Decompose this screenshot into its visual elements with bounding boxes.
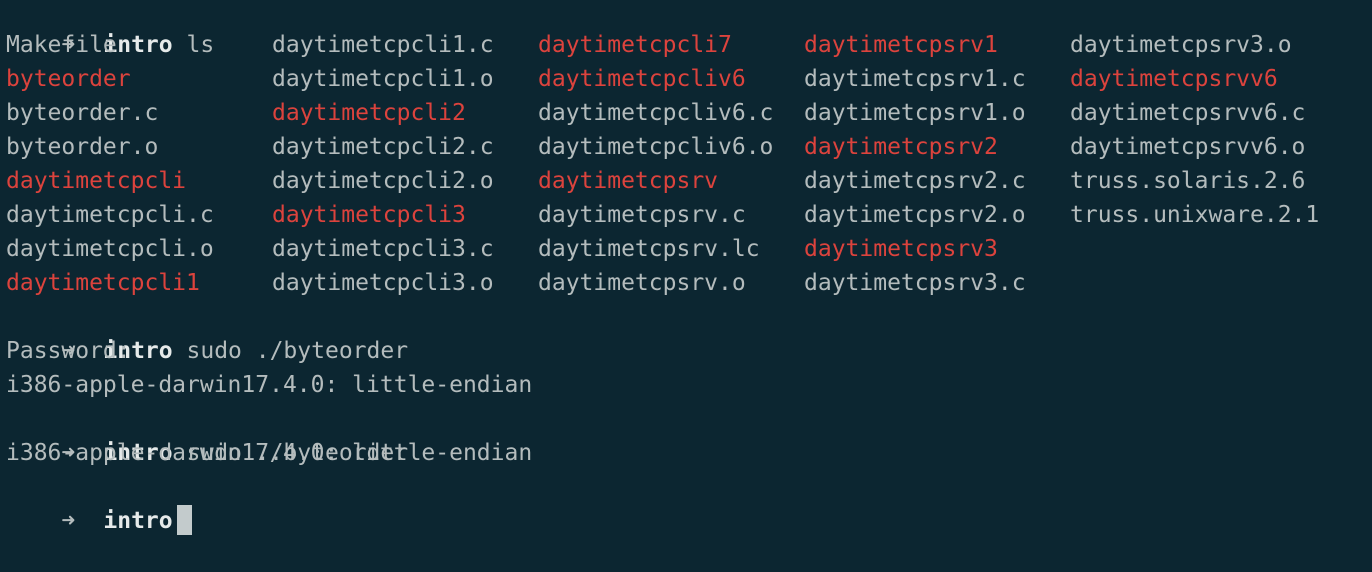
- executable-file-name: daytimetcpsrv: [538, 168, 719, 194]
- file-name: daytimetcpsrv2.c: [804, 168, 1026, 194]
- executable-file-name: daytimetcpcli1: [6, 270, 200, 296]
- prompt-line-ls: ➜ intro ls: [6, 0, 1372, 58]
- file-name: truss.solaris.2.6: [1070, 168, 1306, 194]
- ls-row: daytimetcpcli.o daytimetcpcli3.c daytimetc…: [6, 232, 1372, 266]
- ls-row: daytimetcpcli daytimetcpcli2.o daytimetcps…: [6, 164, 1372, 198]
- prompt-arrow-icon: ➜: [61, 508, 76, 534]
- prompt-line-run2: ➜ intro sudo ./byteorder: [6, 402, 1372, 466]
- file-name: daytimetcpcli3.o: [272, 270, 494, 296]
- terminal-window[interactable]: ➜ intro ls Makefile daytimetcpcli1.c daytim…: [0, 0, 1372, 535]
- ls-row: byteorder.o daytimetcpcli2.c daytimetcpcli…: [6, 130, 1372, 164]
- file-name: daytimetcpsrv3.o: [1070, 32, 1292, 58]
- executable-file-name: daytimetcpcli: [6, 168, 187, 194]
- file-name: daytimetcpcli3.c: [272, 236, 494, 262]
- file-name: byteorder.o: [6, 134, 159, 160]
- file-name: daytimetcpcli.o: [6, 236, 214, 262]
- executable-file-name: daytimetcpsrv2: [804, 134, 998, 160]
- ls-output: Makefile daytimetcpcli1.c daytimetcpcli7 da…: [6, 28, 1372, 300]
- executable-file-name: daytimetcpcli7: [538, 32, 732, 58]
- file-name: daytimetcpcliv6.c: [538, 100, 774, 126]
- file-name: daytimetcpsrvv6.c: [1070, 100, 1306, 126]
- file-name: daytimetcpcli1.o: [272, 66, 494, 92]
- output-line: i386-apple-darwin17.4.0: little-endian: [6, 372, 533, 398]
- executable-file-name: byteorder: [6, 66, 131, 92]
- executable-file-name: daytimetcpsrv1: [804, 32, 998, 58]
- ls-row: Makefile daytimetcpcli1.c daytimetcpcli7 da…: [6, 28, 1372, 62]
- file-name: daytimetcpcliv6.o: [538, 134, 774, 160]
- file-name: daytimetcpsrvv6.o: [1070, 134, 1306, 160]
- password-prompt: Password:: [6, 338, 131, 364]
- file-name: daytimetcpcli1.c: [272, 32, 494, 58]
- prompt-dir: intro: [103, 508, 173, 534]
- executable-file-name: daytimetcpcli2: [272, 100, 466, 126]
- output-line: i386-apple-darwin17.4.0: little-endian: [6, 440, 533, 466]
- ls-row: byteorder.c daytimetcpcli2 daytimetcpcliv6…: [6, 96, 1372, 130]
- file-name: daytimetcpsrv.lc: [538, 236, 760, 262]
- executable-file-name: daytimetcpsrvv6: [1070, 66, 1278, 92]
- prompt-line-run1: ➜ intro sudo ./byteorder: [6, 300, 1372, 364]
- file-name: daytimetcpsrv1.o: [804, 100, 1026, 126]
- file-name: daytimetcpsrv.o: [538, 270, 746, 296]
- prompt-line-current[interactable]: ➜ intro: [6, 470, 1372, 535]
- file-name: daytimetcpsrv3.c: [804, 270, 1026, 296]
- file-name: daytimetcpcli2.c: [272, 134, 494, 160]
- file-name: daytimetcpcli2.o: [272, 168, 494, 194]
- executable-file-name: daytimetcpsrv3: [804, 236, 998, 262]
- file-name: daytimetcpcli.c: [6, 202, 214, 228]
- file-name: daytimetcpsrv.c: [538, 202, 746, 228]
- ls-row: daytimetcpcli.c daytimetcpcli3 daytimetcps…: [6, 198, 1372, 232]
- file-name: daytimetcpsrv1.c: [804, 66, 1026, 92]
- executable-file-name: daytimetcpcliv6: [538, 66, 746, 92]
- file-name: daytimetcpsrv2.o: [804, 202, 1026, 228]
- file-name: byteorder.c: [6, 100, 159, 126]
- file-name: truss.unixware.2.1: [1070, 202, 1320, 228]
- ls-row: daytimetcpcli1 daytimetcpcli3.o daytimetcp…: [6, 266, 1372, 300]
- executable-file-name: daytimetcpcli3: [272, 202, 466, 228]
- file-name: Makefile: [6, 32, 117, 58]
- ls-row: byteorder daytimetcpcli1.o daytimetcpcliv6…: [6, 62, 1372, 96]
